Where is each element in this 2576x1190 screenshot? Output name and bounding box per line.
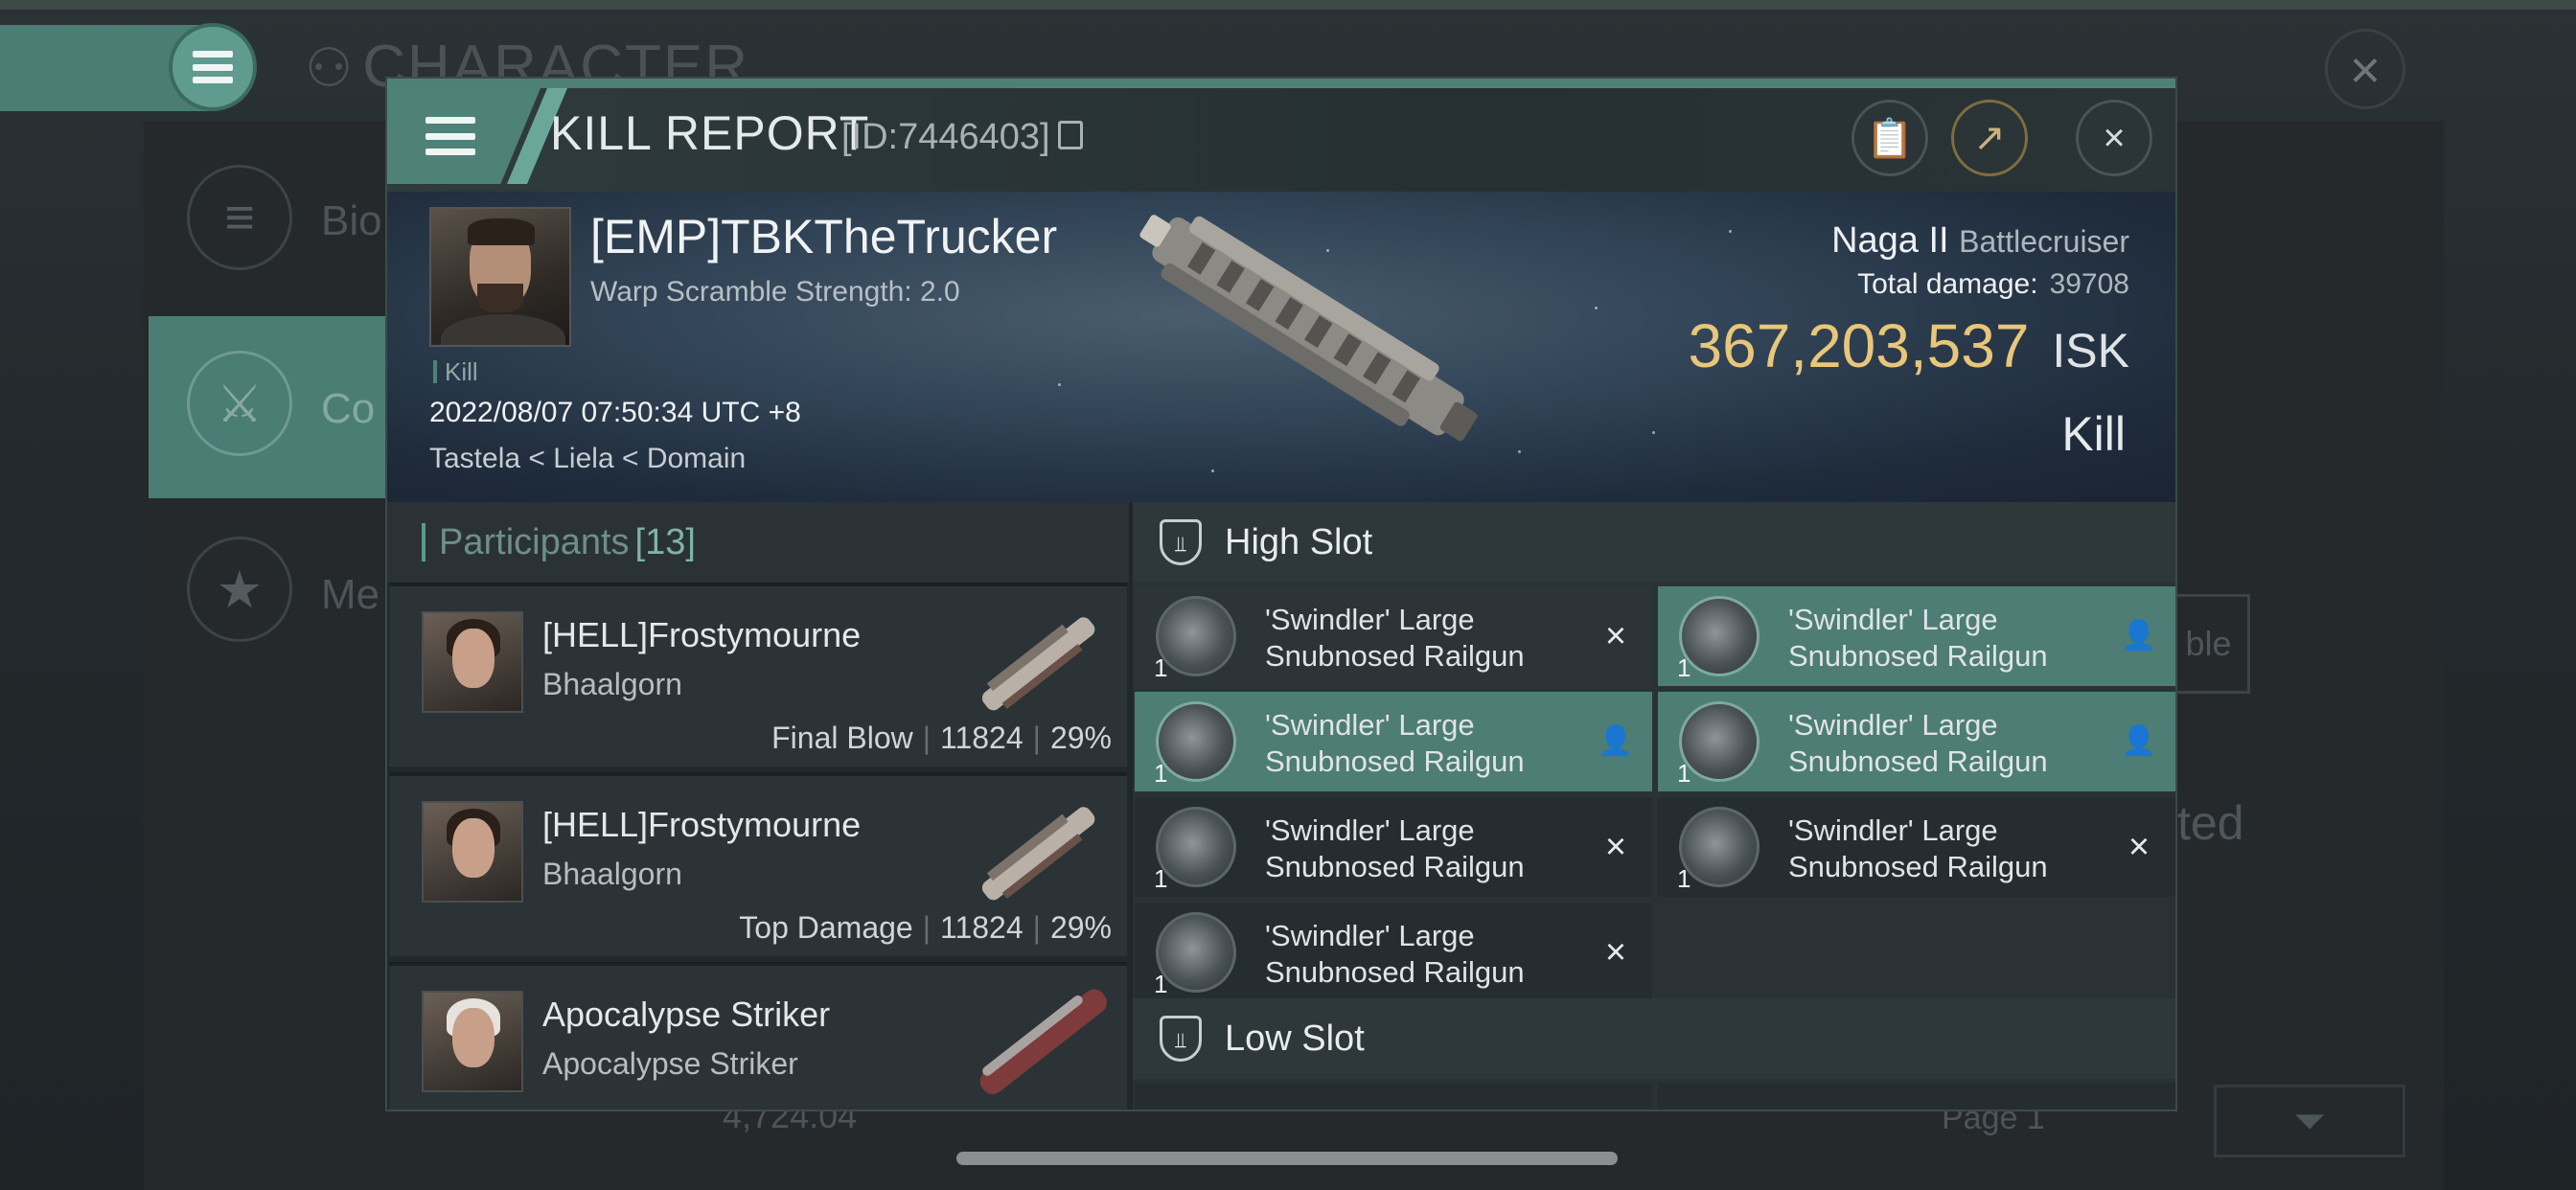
ship-thumbnail: [979, 989, 1107, 1094]
menu-icon: [426, 117, 475, 155]
copy-icon[interactable]: [1058, 121, 1083, 149]
participant-row[interactable]: [HELL]Frostymourne Bhaalgorn Final Blow |…: [389, 583, 1127, 767]
module-item[interactable]: 1 'Swindler' Large Snubnosed Railgun ×: [1658, 797, 2175, 897]
close-button[interactable]: ×: [2076, 100, 2152, 176]
total-damage: Total damage: 39708: [1857, 268, 2129, 300]
low-slot-icon: ⫫: [1160, 1016, 1202, 1062]
ship-image[interactable]: [1116, 211, 1518, 450]
participant-name: [HELL]Frostymourne: [542, 805, 862, 844]
participant-row[interactable]: [HELL]Frostymourne Bhaalgorn Top Damage |…: [389, 772, 1127, 956]
participant-name: [HELL]Frostymourne: [542, 615, 862, 654]
railgun-icon: [1156, 807, 1236, 887]
dropped-icon: 👤: [2121, 620, 2157, 652]
participant-avatar[interactable]: [422, 611, 523, 713]
home-indicator[interactable]: [956, 1152, 1618, 1165]
share-button[interactable]: ↗: [1951, 100, 2028, 176]
module-item[interactable]: 1 'Swindler' Large Snubnosed Railgun ×: [1135, 586, 1652, 686]
report-id: [ID:7446403]: [841, 117, 1050, 157]
sidebar-item-label: Co: [321, 385, 376, 432]
dropped-icon: 👤: [2121, 725, 2157, 757]
participant-name: Apocalypse Striker: [542, 995, 831, 1034]
menu-icon[interactable]: [169, 23, 257, 111]
participant-ship: Bhaalgorn: [542, 667, 682, 701]
participant-stats: Final Blow | 11824 | 29%: [771, 721, 1112, 755]
railgun-icon: [1156, 596, 1236, 676]
kill-location[interactable]: Tastela < Liela < Domain: [429, 443, 746, 475]
railgun-icon: [1679, 701, 1760, 782]
victim-banner: [EMP]TBKTheTrucker Warp Scramble Strengt…: [387, 192, 2175, 502]
sidebar-item-medals[interactable]: ★ Me: [149, 498, 398, 680]
ship-thumbnail: [981, 617, 1095, 711]
modal-accent-line: [387, 79, 2175, 88]
warp-scramble: Warp Scramble Strength: 2.0: [590, 276, 960, 308]
modal-title: KILL REPORT: [550, 106, 870, 160]
module-item[interactable]: [1135, 1083, 1652, 1110]
top-bar: [0, 0, 2576, 10]
close-icon: ×: [2103, 116, 2126, 159]
participant-row[interactable]: Apocalypse Striker Apocalypse Striker: [389, 962, 1127, 1110]
clipboard-icon: 📋: [1866, 117, 1914, 160]
ship-name[interactable]: Naga II Battlecruiser: [1831, 220, 2129, 262]
isk-value: 367,203,537 ISK: [1688, 311, 2130, 380]
participant-avatar[interactable]: [422, 991, 523, 1092]
participants-header: Participants [13]: [387, 502, 1129, 583]
sidebar-item-label: Bio: [321, 197, 382, 244]
railgun-icon: [1156, 912, 1236, 993]
destroyed-icon: ×: [1604, 616, 1627, 656]
railgun-icon: [1156, 701, 1236, 782]
sidebar-item-combat[interactable]: ⚔ Co: [149, 316, 398, 498]
participant-avatar[interactable]: [422, 801, 523, 903]
participant-ship: Bhaalgorn: [542, 857, 682, 891]
fitting-panel: ⫫ High Slot 1 'Swindler' Large Snubnosed R…: [1133, 502, 2175, 1110]
high-slot-header: ⫫ High Slot: [1133, 502, 2175, 583]
module-item[interactable]: 1 'Swindler' Large Snubnosed Railgun 👤: [1135, 692, 1652, 791]
railgun-icon: [1679, 807, 1760, 887]
module-item[interactable]: 1 'Swindler' Large Snubnosed Railgun 👤: [1658, 586, 2175, 686]
ship-thumbnail: [981, 807, 1095, 901]
background-text: ted: [2177, 796, 2244, 850]
module-item[interactable]: 1 'Swindler' Large Snubnosed Railgun 👤: [1658, 692, 2175, 791]
module-item[interactable]: 1 'Swindler' Large Snubnosed Railgun ×: [1135, 797, 1652, 897]
external-link-icon: ↗: [1973, 117, 2006, 159]
kill-datetime: 2022/08/07 07:50:34 UTC +8: [429, 397, 801, 428]
victim-name[interactable]: [EMP]TBKTheTrucker: [590, 209, 1057, 264]
clipboard-button[interactable]: 📋: [1852, 100, 1928, 176]
low-slot-header: ⫫ Low Slot: [1133, 998, 2175, 1079]
destroyed-icon: ×: [1604, 827, 1627, 867]
destroyed-icon: ×: [2128, 827, 2150, 867]
star-icon: ★: [187, 537, 292, 642]
railgun-icon: [1679, 596, 1760, 676]
high-slot-icon: ⫫: [1160, 519, 1202, 565]
sidebar-item-bio[interactable]: ≡ Bio: [149, 125, 398, 307]
participant-stats: Top Damage | 11824 | 29%: [739, 910, 1112, 945]
character-sidebar: ≡ Bio ⚔ Co ★ Me: [149, 125, 398, 1179]
dropped-icon: 👤: [1598, 725, 1634, 757]
filter-icon: ⏷: [2214, 1085, 2405, 1157]
background-button: ble: [2170, 594, 2250, 694]
swords-icon: ⚔: [187, 351, 292, 456]
participants-panel: Participants [13] [HELL]Frostymourne Bhaa…: [387, 502, 1129, 1110]
kill-report-modal: KILL REPORT [ID:7446403] 📋 ↗ × [EMP]TBKT…: [385, 77, 2177, 1111]
destroyed-icon: ×: [1604, 932, 1627, 973]
character-close-icon[interactable]: ×: [2325, 29, 2405, 109]
character-icon: ⚇: [305, 37, 356, 98]
list-icon: ≡: [187, 165, 292, 270]
module-item[interactable]: [1658, 1083, 2175, 1110]
participant-ship: Apocalypse Striker: [542, 1046, 798, 1081]
module-item[interactable]: 1 'Swindler' Large Snubnosed Railgun ×: [1135, 903, 1652, 1002]
kill-tag: Kill: [433, 359, 478, 384]
victim-avatar[interactable]: [429, 207, 571, 347]
sidebar-item-label: Me: [321, 571, 380, 618]
result-label: Kill: [2061, 407, 2126, 461]
